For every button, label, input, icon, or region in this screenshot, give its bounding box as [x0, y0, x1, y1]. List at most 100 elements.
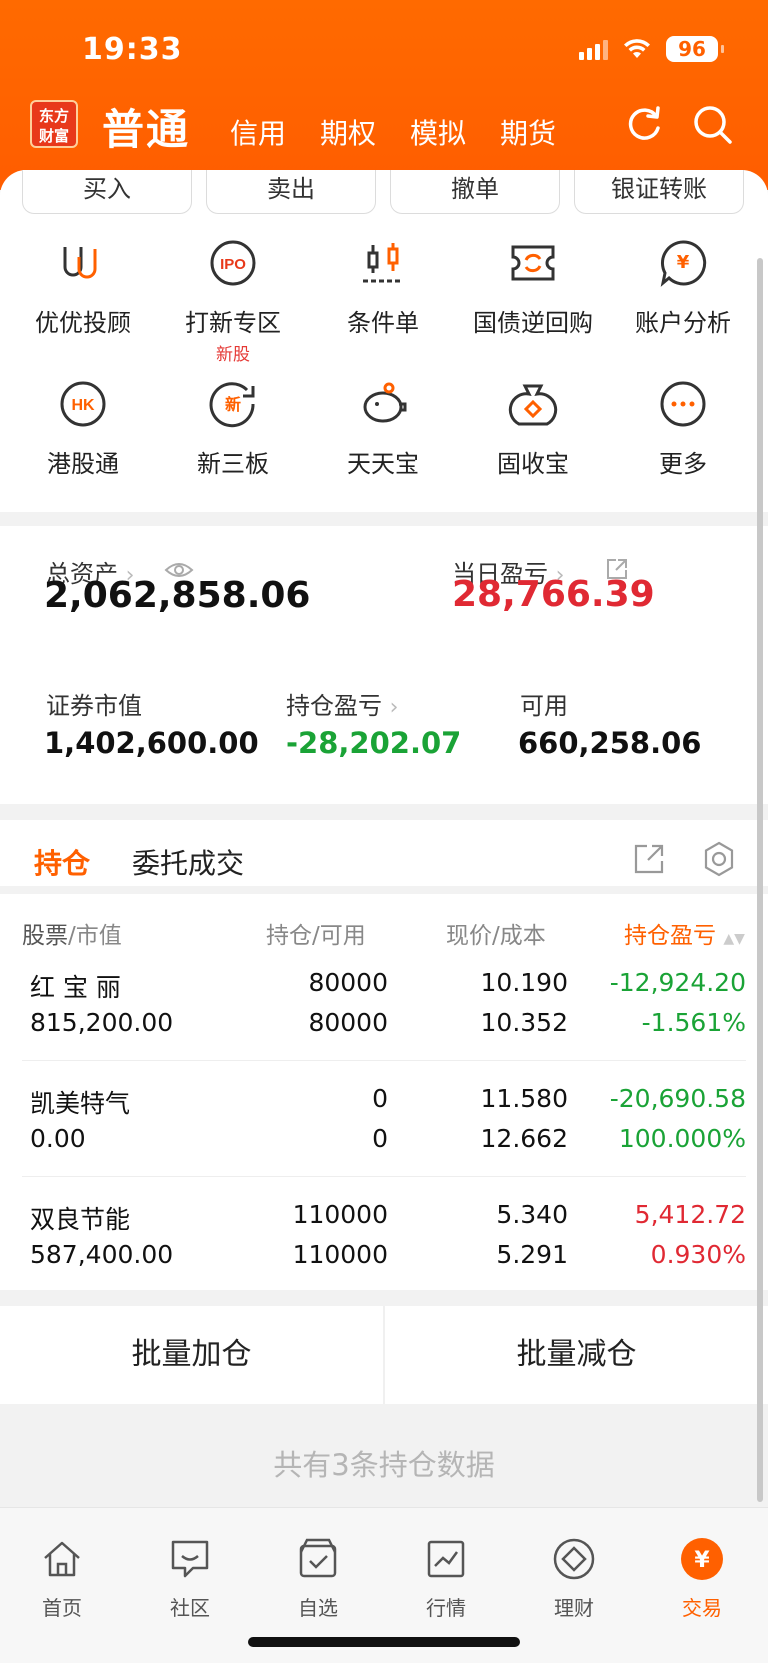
tab-simulation[interactable]: 模拟: [410, 112, 466, 152]
stock-market-value: 587,400.00: [30, 1240, 174, 1269]
tab-normal[interactable]: 普通: [102, 96, 190, 157]
tab-market[interactable]: 行情: [406, 1536, 486, 1621]
stock-cost: 12.662: [480, 1124, 568, 1153]
stock-name: 双良节能: [30, 1205, 131, 1234]
tab-community[interactable]: 社区: [150, 1536, 230, 1621]
scrollbar[interactable]: [757, 258, 763, 1502]
ipo-icon: IPO: [210, 240, 256, 286]
new-stock-badge: 新股: [216, 345, 250, 365]
account-analysis-icon: ¥: [660, 240, 707, 287]
stock-pl-percent: -1.561%: [641, 1008, 746, 1037]
stock-pl-percent: 0.930%: [650, 1240, 746, 1269]
stock-price: 11.580: [480, 1084, 568, 1113]
cellular-signal-icon: [579, 38, 608, 60]
total-assets-value: 2,062,858.06: [44, 575, 311, 616]
tab-orders[interactable]: 委托成交: [132, 842, 244, 882]
fn-conditional-order[interactable]: 条件单: [308, 237, 458, 338]
fn-reverse-repo[interactable]: 国债逆回购: [458, 237, 608, 338]
svg-text:IPO: IPO: [220, 256, 246, 273]
fn-neeq[interactable]: 新 新三板: [158, 378, 308, 479]
fn-account-analysis[interactable]: ¥ 账户分析: [608, 237, 758, 338]
home-indicator: [248, 1637, 520, 1647]
search-icon[interactable]: [690, 102, 734, 146]
fn-gushoubao[interactable]: 固收宝: [458, 378, 608, 479]
chevron-right-icon: ›: [389, 695, 399, 720]
watchlist-icon: [299, 1538, 337, 1578]
fn-uu-advisor[interactable]: 优优投顾: [8, 237, 158, 338]
stock-available: 0: [372, 1124, 388, 1153]
status-time: 19:33: [82, 32, 183, 67]
holdings-count-note: 共有3条持仓数据: [273, 1448, 495, 1482]
reverse-repo-icon: [511, 245, 555, 281]
position-pl-link[interactable]: 持仓盈亏 ›: [286, 686, 398, 721]
fn-ipo-zone[interactable]: IPO 打新专区 新股: [158, 237, 308, 365]
svg-text:HK: HK: [71, 397, 95, 414]
stock-name: 凯美特气: [30, 1089, 131, 1118]
batch-add-button[interactable]: 批量加仓: [0, 1306, 383, 1404]
svg-text:新: 新: [225, 395, 241, 414]
tab-positions[interactable]: 持仓: [34, 842, 90, 882]
stock-pl-percent: 100.000%: [618, 1124, 746, 1153]
conditional-order-icon: [363, 243, 403, 283]
more-icon: [660, 381, 706, 427]
refresh-icon[interactable]: [622, 102, 666, 146]
stock-position: 0: [372, 1084, 388, 1113]
fn-tiantianbao[interactable]: 天天宝: [308, 378, 458, 479]
col-price-cost: 现价/成本: [446, 923, 546, 949]
settings-icon[interactable]: [700, 840, 738, 878]
tab-credit[interactable]: 信用: [230, 112, 286, 152]
assets-summary: 总资产 › 2,062,858.06 当日盈亏 › 28,766.39 证券市值…: [0, 526, 768, 804]
stock-pl: 5,412.72: [634, 1200, 746, 1229]
stock-position: 80000: [308, 968, 388, 997]
top-bar: 19:33 96 东方财富 普通 信用 期权 模拟 期货: [0, 0, 768, 190]
market-value: 1,402,600.00: [44, 726, 259, 760]
tab-home[interactable]: 首页: [22, 1536, 102, 1621]
export-icon[interactable]: [632, 842, 666, 876]
col-stock-value: 股票/市值: [22, 923, 122, 949]
home-icon: [44, 1541, 80, 1577]
neeq-icon: 新: [209, 382, 255, 428]
stock-available: 110000: [292, 1240, 388, 1269]
uu-advisor-icon: [63, 247, 97, 279]
tab-watchlist[interactable]: 自选: [278, 1536, 358, 1621]
stock-cost: 10.352: [480, 1008, 568, 1037]
stock-price: 5.340: [496, 1200, 568, 1229]
fn-more[interactable]: 更多: [608, 378, 758, 479]
col-position-available: 持仓/可用: [266, 923, 366, 949]
buy-button[interactable]: 买入: [22, 170, 192, 214]
cancel-order-button[interactable]: 撤单: [390, 170, 560, 214]
stock-cost: 5.291: [496, 1240, 568, 1269]
market-icon: [427, 1540, 465, 1578]
tab-trade[interactable]: ¥ 交易: [662, 1536, 742, 1621]
available-label: 可用: [520, 692, 568, 720]
wealth-icon: [553, 1538, 595, 1580]
sell-button[interactable]: 卖出: [206, 170, 376, 214]
svg-text:¥: ¥: [694, 1548, 710, 1573]
quick-buttons: 买入 卖出 撤单 银证转账: [22, 170, 746, 214]
money-bag-icon: [508, 384, 558, 426]
market-value-label: 证券市值: [46, 692, 142, 720]
batch-reduce-button[interactable]: 批量减仓: [385, 1306, 768, 1404]
batch-actions: 批量加仓 批量减仓: [0, 1306, 768, 1404]
stock-pl: -20,690.58: [609, 1084, 746, 1113]
col-pl-sortable[interactable]: 持仓盈亏 ▲▼: [624, 916, 745, 950]
fn-hk-connect[interactable]: HK 港股通: [8, 378, 158, 479]
tab-wealth[interactable]: 理财: [534, 1536, 614, 1621]
trade-icon: ¥: [681, 1538, 723, 1580]
stock-market-value: 0.00: [30, 1124, 86, 1153]
stock-position: 110000: [292, 1200, 388, 1229]
battery-indicator: 96: [666, 36, 724, 62]
sort-icon: ▲▼: [723, 931, 745, 947]
stock-available: 80000: [308, 1008, 388, 1037]
status-icons: 96: [579, 36, 724, 62]
svg-text:¥: ¥: [677, 252, 690, 273]
position-pl-value: -28,202.07: [286, 726, 462, 760]
community-icon: [171, 1540, 209, 1578]
bank-transfer-button[interactable]: 银证转账: [574, 170, 744, 214]
available-value: 660,258.06: [518, 726, 702, 760]
tab-options[interactable]: 期权: [320, 112, 376, 152]
tab-futures[interactable]: 期货: [500, 112, 556, 152]
stock-price: 10.190: [480, 968, 568, 997]
stock-name: 红 宝 丽: [30, 973, 121, 1002]
stock-market-value: 815,200.00: [30, 1008, 174, 1037]
